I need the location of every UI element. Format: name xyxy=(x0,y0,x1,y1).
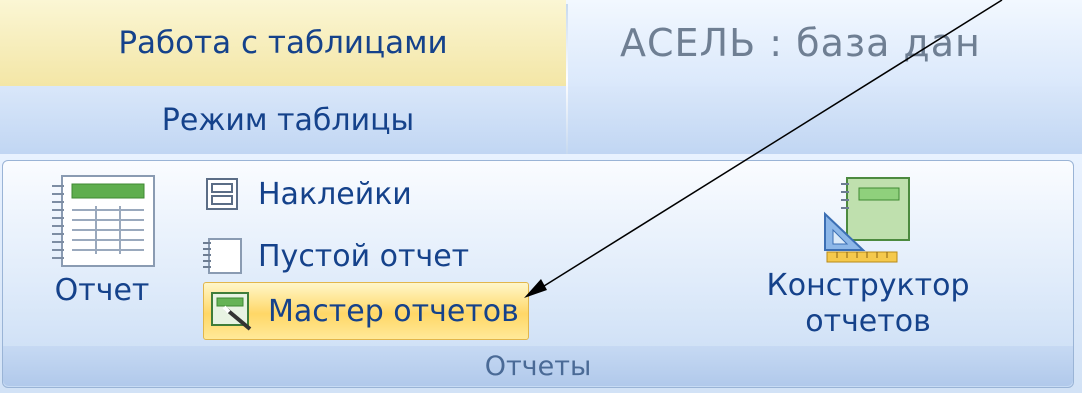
report-designer-button[interactable]: Конструктор отчетов xyxy=(728,168,1008,343)
labels-icon xyxy=(200,174,244,214)
report-button-label: Отчет xyxy=(54,273,150,308)
context-tab-label: Работа с таблицами xyxy=(118,25,448,61)
report-button[interactable]: Отчет xyxy=(12,168,192,338)
labels-button-label: Наклейки xyxy=(258,176,412,212)
report-wizard-button-label: Мастер отчетов xyxy=(268,293,519,329)
report-designer-button-label: Конструктор отчетов xyxy=(728,268,1008,340)
report-wizard-icon xyxy=(210,291,254,331)
window-title: АСЕЛЬ : база дан xyxy=(620,21,981,65)
group-name-reports: Отчеты xyxy=(3,346,1073,386)
report-designer-icon xyxy=(823,174,913,268)
blank-report-button[interactable]: Пустой отчет xyxy=(200,230,720,282)
labels-button[interactable]: Наклейки xyxy=(200,168,720,220)
report-icon xyxy=(48,174,158,274)
blank-report-button-label: Пустой отчет xyxy=(258,238,470,274)
title-divider xyxy=(566,4,568,154)
report-designer-label-line2: отчетов xyxy=(805,304,931,339)
report-wizard-button[interactable]: Мастер отчетов xyxy=(203,282,529,340)
blank-report-icon xyxy=(200,236,244,276)
report-designer-label-line1: Конструктор xyxy=(766,268,970,303)
tab-table-mode[interactable]: Режим таблицы xyxy=(78,86,498,154)
